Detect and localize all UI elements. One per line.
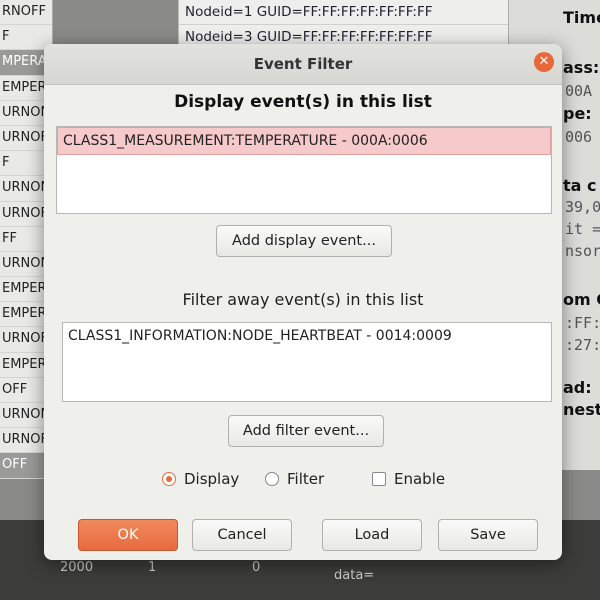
- filter-event-item[interactable]: CLASS1_INFORMATION:NODE_HEARTBEAT - 0014…: [63, 323, 551, 349]
- table-cell: 1: [148, 560, 157, 575]
- mode-filter-label: Filter: [287, 470, 325, 488]
- details-text: ta c: [563, 176, 597, 195]
- display-event-list[interactable]: CLASS1_MEASUREMENT:TEMPERATURE - 000A:00…: [56, 126, 552, 214]
- radio-selected-icon: [162, 472, 176, 486]
- node-row[interactable]: Nodeid=1 GUID=FF:FF:FF:FF:FF:FF:FF: [179, 0, 509, 25]
- dialog-title: Event Filter: [253, 55, 353, 73]
- details-text: ad:: [563, 378, 592, 397]
- checkbox-icon: [372, 472, 386, 486]
- close-icon[interactable]: ✕: [534, 52, 554, 72]
- details-text: pe:: [563, 104, 592, 123]
- details-text: :27:: [565, 336, 600, 354]
- event-filter-dialog: Event Filter ✕ Display event(s) in this …: [44, 44, 562, 560]
- add-display-event-button[interactable]: Add display event...: [216, 225, 392, 257]
- enable-label: Enable: [394, 470, 446, 488]
- add-filter-event-button[interactable]: Add filter event...: [228, 415, 384, 447]
- display-event-item[interactable]: CLASS1_MEASUREMENT:TEMPERATURE - 000A:00…: [57, 127, 551, 155]
- details-text: Time:: [563, 8, 600, 27]
- filter-event-list[interactable]: CLASS1_INFORMATION:NODE_HEARTBEAT - 0014…: [62, 322, 552, 402]
- mode-display-label: Display: [184, 470, 240, 488]
- radio-unselected-icon: [265, 472, 279, 486]
- details-text: 00A: [565, 82, 593, 100]
- table-cell: data=: [334, 568, 375, 583]
- load-button[interactable]: Load: [322, 519, 422, 551]
- details-text: nest: [563, 400, 600, 419]
- dialog-titlebar[interactable]: Event Filter ✕: [44, 44, 562, 85]
- background-node-list: Nodeid=1 GUID=FF:FF:FF:FF:FF:FF:FF Nodei…: [178, 0, 509, 50]
- table-cell: 2000: [60, 560, 94, 575]
- ok-button[interactable]: OK: [78, 519, 178, 551]
- details-text: ass:: [563, 58, 600, 77]
- mode-display-radio[interactable]: Display: [162, 470, 239, 488]
- filter-list-heading: Filter away event(s) in this list: [182, 290, 424, 309]
- enable-checkbox[interactable]: Enable: [372, 470, 445, 488]
- event-list-row[interactable]: RNOFF: [0, 0, 52, 26]
- details-text: it =: [565, 220, 600, 238]
- display-list-heading: Display event(s) in this list: [174, 92, 432, 112]
- details-text: om G: [563, 290, 600, 309]
- mode-filter-radio[interactable]: Filter: [265, 470, 324, 488]
- cancel-button[interactable]: Cancel: [192, 519, 292, 551]
- details-text: :FF:: [565, 314, 600, 332]
- details-text: 39,0: [565, 198, 600, 216]
- details-text: nsor: [565, 242, 600, 260]
- table-cell: 0: [252, 560, 261, 575]
- details-text: 006: [565, 128, 593, 146]
- save-button[interactable]: Save: [438, 519, 538, 551]
